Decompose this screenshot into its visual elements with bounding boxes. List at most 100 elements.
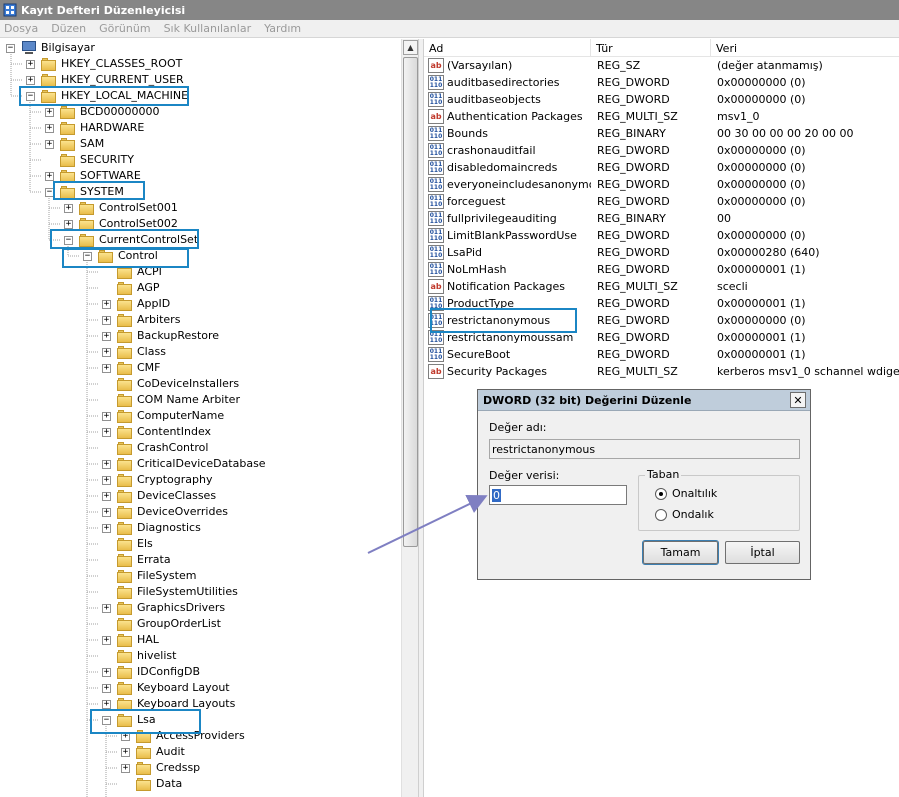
collapse-icon[interactable]: − [6, 43, 15, 53]
list-item[interactable]: ab Notification Packages REG_MULTI_SZ scecl… [424, 278, 899, 295]
scroll-up-icon[interactable]: ▲ [403, 40, 418, 55]
menu-sik-kullanilanlar[interactable]: Sık Kullanılanlar [164, 22, 252, 35]
tree-node-accessproviders[interactable]: + AccessProviders [121, 728, 246, 744]
tree-node-lsa[interactable]: − Lsa [102, 712, 157, 728]
tree-node-class[interactable]: + Class [102, 344, 167, 360]
tree-root-computer[interactable]: − Bilgisayar [6, 40, 96, 56]
expand-icon[interactable]: + [45, 107, 54, 117]
tree-node-diagnostics[interactable]: + Diagnostics [102, 520, 202, 536]
expand-icon[interactable]: + [26, 75, 35, 85]
collapse-icon[interactable]: − [26, 91, 35, 101]
list-item[interactable]: 011 110 crashonauditfail REG_DWORD 0x0000000… [424, 142, 899, 159]
tree-node-hal[interactable]: + HAL [102, 632, 160, 648]
tree-node-arbiters[interactable]: + Arbiters [102, 312, 181, 328]
list-item[interactable]: 011 110 forceguest REG_DWORD 0x00000000 (0) [424, 193, 899, 210]
expand-icon[interactable]: + [102, 507, 111, 517]
radio-dec-dot[interactable] [655, 508, 667, 521]
expand-icon[interactable]: + [102, 459, 111, 469]
expand-icon[interactable]: + [121, 747, 130, 757]
expand-icon[interactable]: + [102, 315, 111, 325]
tree-node-system[interactable]: − SYSTEM [45, 184, 125, 200]
tree-node-hkey-current-user[interactable]: + HKEY_CURRENT_USER [26, 72, 185, 88]
list-item[interactable]: 011 110 auditbasedirectories REG_DWORD 0x000… [424, 74, 899, 91]
list-item[interactable]: 011110everyoneincludesanonymous REG_DWORD… [424, 176, 899, 193]
cancel-button[interactable]: İptal [725, 541, 800, 564]
list-item[interactable]: 011 110 LsaPid REG_DWORD 0x00000280 (640) [424, 244, 899, 261]
list-item[interactable]: 011 110 restrictanonymous REG_DWORD 0x000000… [424, 312, 899, 329]
expand-icon[interactable]: + [102, 683, 111, 693]
close-icon[interactable]: ✕ [790, 392, 806, 408]
tree-node-deviceoverrides[interactable]: + DeviceOverrides [102, 504, 229, 520]
value-data-input[interactable]: 0 [489, 485, 627, 505]
tree-node-backuprestore[interactable]: + BackupRestore [102, 328, 220, 344]
scroll-thumb[interactable] [403, 57, 418, 547]
list-item[interactable]: 011 110 disabledomaincreds REG_DWORD 0x00000… [424, 159, 899, 176]
menu-yardim[interactable]: Yardım [264, 22, 301, 35]
column-header-name[interactable]: Ad [424, 39, 591, 57]
tree-node-cmf[interactable]: + CMF [102, 360, 162, 376]
expand-icon[interactable]: + [45, 123, 54, 133]
radio-decimal[interactable]: Ondalık [655, 508, 714, 521]
tree-node-cryptography[interactable]: + Cryptography [102, 472, 213, 488]
list-item[interactable]: 011 110 SecureBoot REG_DWORD 0x00000001 (1) [424, 346, 899, 363]
tree-node-filesystem[interactable]: FileSystem [102, 568, 197, 584]
expand-icon[interactable]: + [102, 475, 111, 485]
expand-icon[interactable]: + [102, 667, 111, 677]
tree-node-crashcontrol[interactable]: CrashControl [102, 440, 209, 456]
tree-node-hkey-classes-root[interactable]: + HKEY_CLASSES_ROOT [26, 56, 183, 72]
list-item[interactable]: 011 110 ProductType REG_DWORD 0x00000001 (1) [424, 295, 899, 312]
tree-node-com-name-arbiter[interactable]: COM Name Arbiter [102, 392, 241, 408]
radio-hex-dot[interactable] [655, 487, 667, 500]
tree-node-acpi[interactable]: ACPI [102, 264, 163, 280]
expand-icon[interactable]: + [121, 731, 130, 741]
list-item[interactable]: ab Authentication Packages REG_MULTI_SZ msv… [424, 108, 899, 125]
tree-node-deviceclasses[interactable]: + DeviceClasses [102, 488, 217, 504]
expand-icon[interactable]: + [102, 427, 111, 437]
tree-node-computername[interactable]: + ComputerName [102, 408, 225, 424]
expand-icon[interactable]: + [102, 299, 111, 309]
expand-icon[interactable]: + [121, 763, 130, 773]
column-header-data[interactable]: Veri [711, 39, 899, 57]
tree-node-controlset001[interactable]: + ControlSet001 [64, 200, 179, 216]
list-item[interactable]: 011 110 auditbaseobjects REG_DWORD 0x0000000… [424, 91, 899, 108]
list-item[interactable]: 011 110 LimitBlankPasswordUse REG_DWORD 0x00… [424, 227, 899, 244]
tree-node-currentcontrolset[interactable]: − CurrentControlSet [64, 232, 199, 248]
tree-vertical-scrollbar[interactable]: ▲ [401, 39, 418, 797]
tree-node-idconfigdb[interactable]: + IDConfigDB [102, 664, 201, 680]
tree-node-appid[interactable]: + AppID [102, 296, 171, 312]
tree-node-credssp[interactable]: + Credssp [121, 760, 201, 776]
tree-node-els[interactable]: Els [102, 536, 154, 552]
column-header-type[interactable]: Tür [591, 39, 711, 57]
tree-node-hivelist[interactable]: hivelist [102, 648, 177, 664]
collapse-icon[interactable]: − [45, 187, 54, 197]
tree-node-grouporderlist[interactable]: GroupOrderList [102, 616, 222, 632]
expand-icon[interactable]: + [26, 59, 35, 69]
ok-button[interactable]: Tamam [642, 540, 719, 565]
expand-icon[interactable]: + [45, 139, 54, 149]
expand-icon[interactable]: + [45, 171, 54, 181]
collapse-icon[interactable]: − [83, 251, 92, 261]
tree-node-filesystemutilities[interactable]: FileSystemUtilities [102, 584, 239, 600]
radio-hexadecimal[interactable]: Onaltılık [655, 487, 717, 500]
tree-node-errata[interactable]: Errata [102, 552, 172, 568]
list-item[interactable]: ab (Varsayılan) REG_SZ (değer atanmamış) [424, 57, 899, 74]
list-item[interactable]: 011 110 restrictanonymoussam REG_DWORD 0x000… [424, 329, 899, 346]
list-item[interactable]: 011 110 fullprivilegeauditing REG_BINARY 00 [424, 210, 899, 227]
tree-node-codeviceinstallers[interactable]: CoDeviceInstallers [102, 376, 240, 392]
tree-node-software[interactable]: + SOFTWARE [45, 168, 142, 184]
expand-icon[interactable]: + [102, 331, 111, 341]
tree-node-keyboard-layouts[interactable]: + Keyboard Layouts [102, 696, 236, 712]
expand-icon[interactable]: + [102, 363, 111, 373]
tree-node-controlset002[interactable]: + ControlSet002 [64, 216, 179, 232]
tree-node-audit[interactable]: + Audit [121, 744, 186, 760]
tree-node-hkey-local-machine[interactable]: − HKEY_LOCAL_MACHINE [26, 88, 189, 104]
list-item[interactable]: ab Security Packages REG_MULTI_SZ kerberos … [424, 363, 899, 380]
expand-icon[interactable]: + [102, 603, 111, 613]
list-item[interactable]: 011 110 NoLmHash REG_DWORD 0x00000001 (1) [424, 261, 899, 278]
expand-icon[interactable]: + [102, 347, 111, 357]
list-item[interactable]: 011 110 Bounds REG_BINARY 00 30 00 00 00 20 … [424, 125, 899, 142]
tree-node-bcd00000000[interactable]: + BCD00000000 [45, 104, 161, 120]
expand-icon[interactable]: + [102, 491, 111, 501]
tree-node-data[interactable]: Data [121, 776, 183, 792]
tree-node-security[interactable]: SECURITY [45, 152, 135, 168]
